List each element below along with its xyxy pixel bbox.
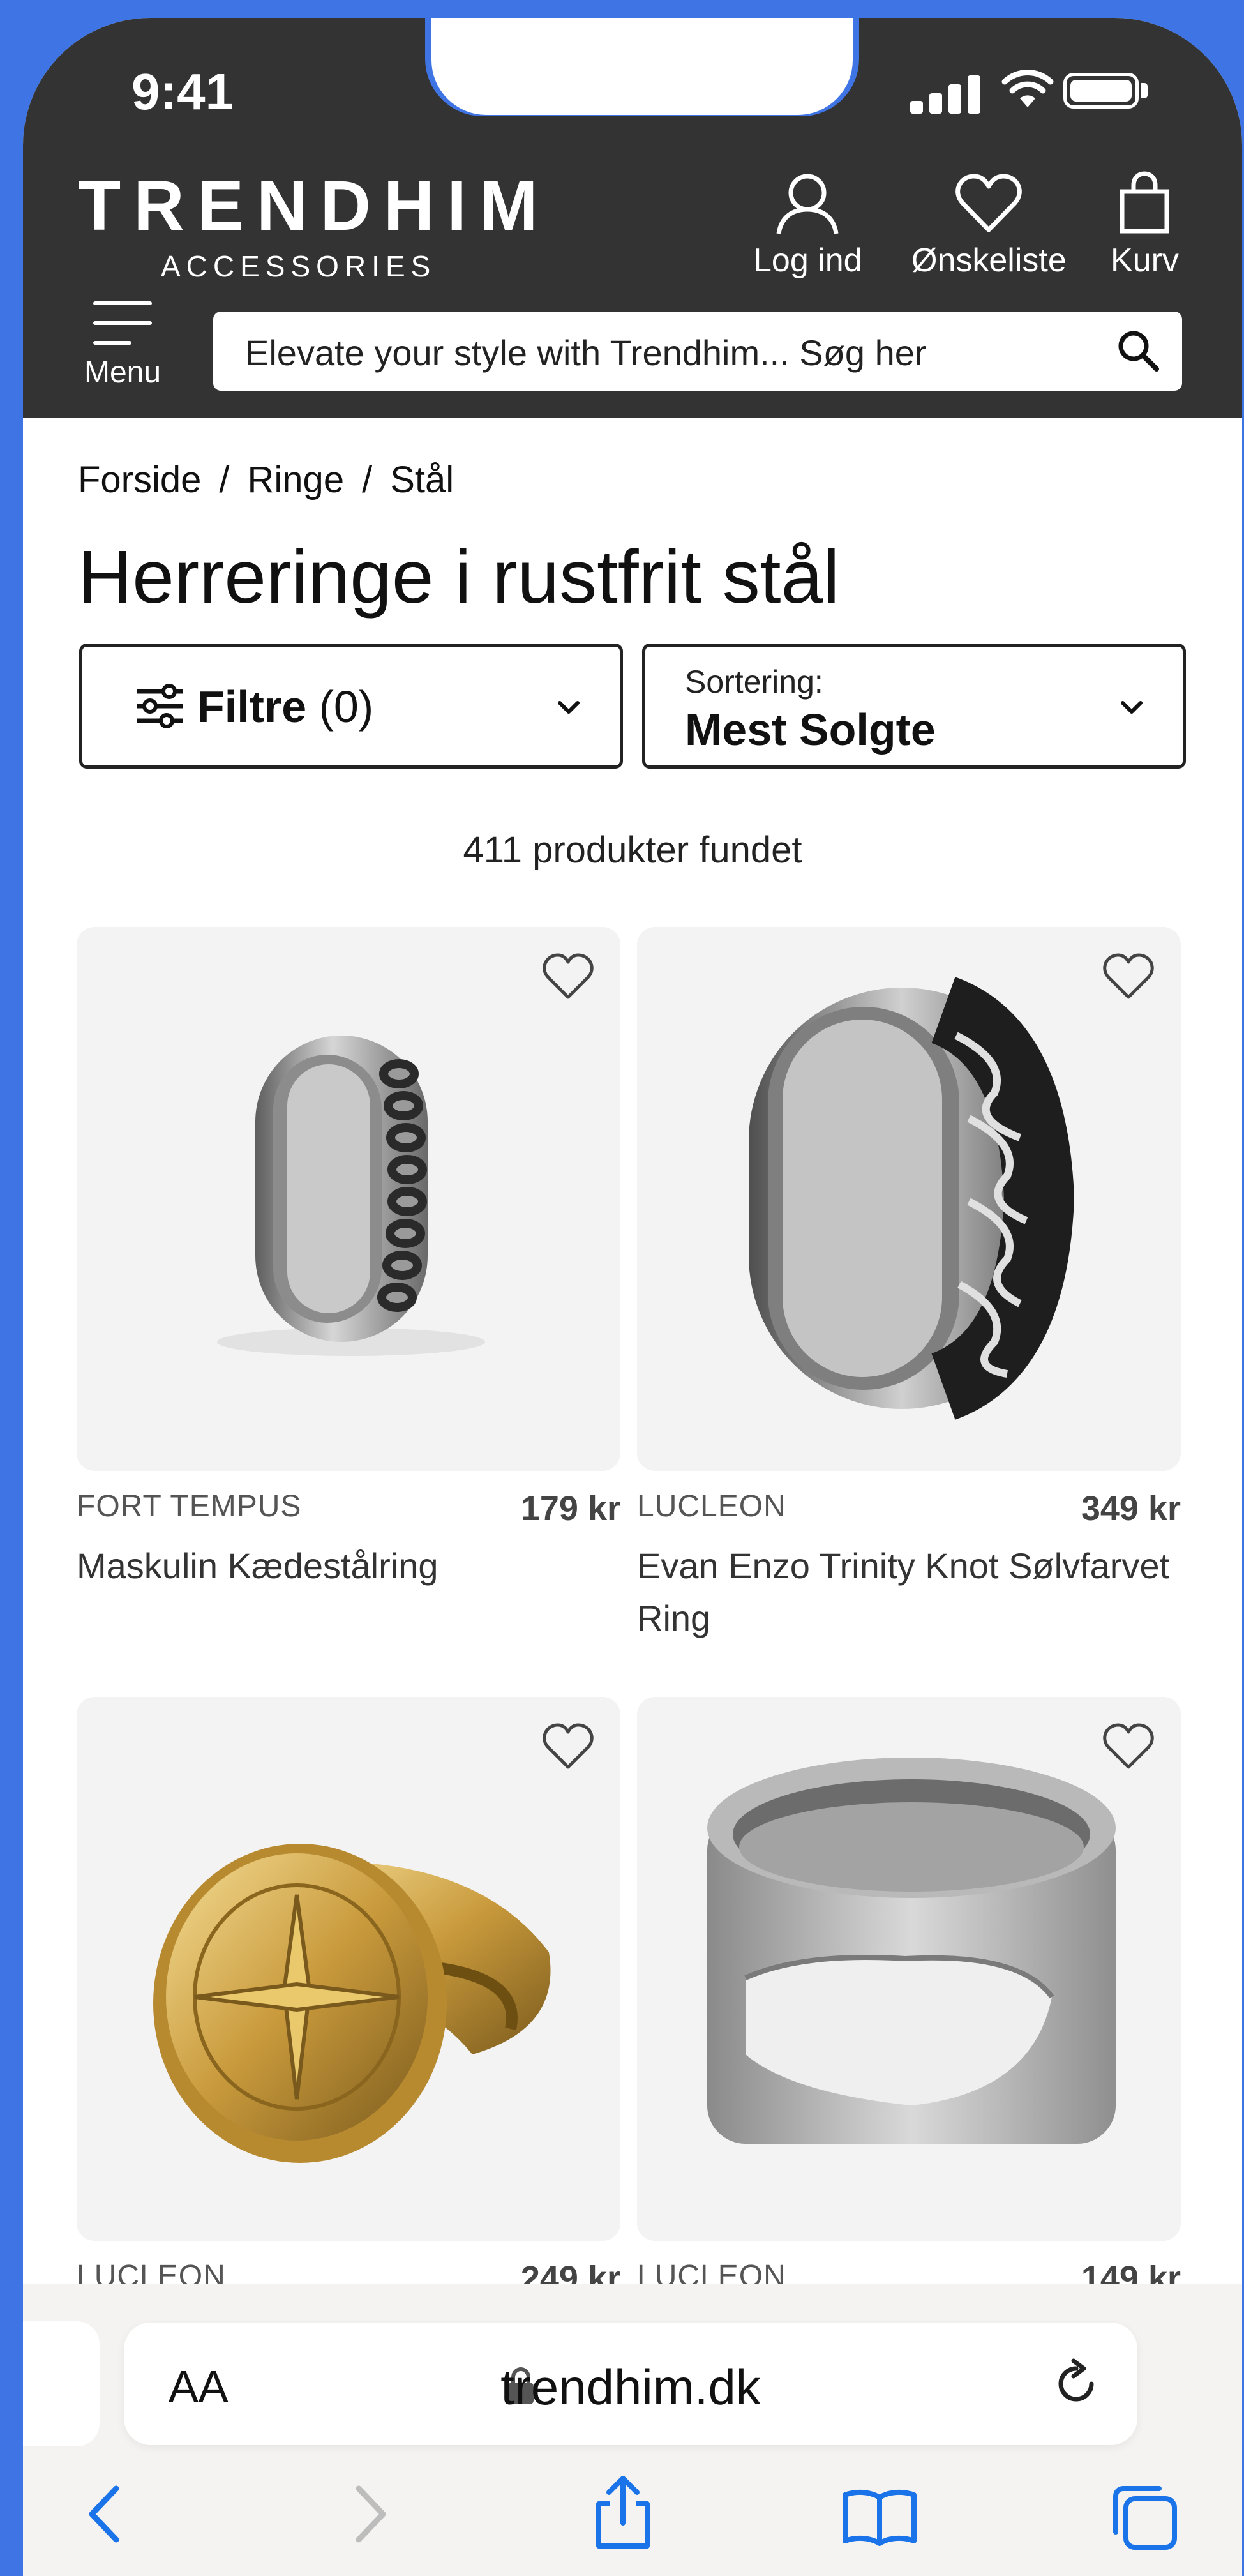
product-brand: FORT TEMPUS: [77, 1489, 302, 1523]
forward-icon[interactable]: [348, 2482, 393, 2546]
search-placeholder: Elevate your style with Trendhim... Søg …: [245, 333, 927, 373]
login-label: Log ind: [753, 242, 862, 279]
product-image[interactable]: [77, 1697, 620, 2241]
search-input[interactable]: Elevate your style with Trendhim... Søg …: [213, 312, 1182, 391]
product-card[interactable]: LUCLEON 249 kr: [77, 1697, 620, 2298]
breadcrumb-steel[interactable]: Stål: [390, 459, 454, 501]
reload-icon[interactable]: [1051, 2358, 1102, 2409]
search-icon[interactable]: [1116, 328, 1160, 373]
breadcrumb: Forside / Ringe / Stål: [78, 459, 454, 501]
product-card[interactable]: FORT TEMPUS 179 kr Maskulin Kædestålring: [77, 927, 620, 1693]
chevron-down-icon: [558, 701, 580, 714]
bookmarks-icon[interactable]: [841, 2489, 918, 2546]
login-button[interactable]: Log ind: [753, 171, 862, 280]
heart-icon: [955, 174, 1023, 232]
user-icon: [776, 174, 839, 234]
product-brand: LUCLEON: [637, 1489, 786, 1523]
shopping-bag-icon: [1120, 171, 1169, 234]
filter-count: (0): [318, 682, 374, 732]
celtic-knot-ring-image: [749, 977, 1075, 1420]
product-image[interactable]: [637, 1697, 1181, 2241]
share-icon[interactable]: [591, 2474, 655, 2551]
product-price: 179 kr: [520, 1489, 620, 1528]
wishlist-heart-icon[interactable]: [541, 953, 595, 1001]
product-card[interactable]: LUCLEON 349 kr Evan Enzo Trinity Knot Sø…: [637, 927, 1181, 1693]
wifi-icon: [1001, 70, 1054, 107]
wishlist-heart-icon[interactable]: [1102, 953, 1155, 1001]
gold-compass-signet-ring-image: [153, 1844, 551, 2163]
site-header: 9:41 TRENDHIM ACCESSORIES Log ind Ønskel…: [23, 18, 1242, 418]
url-domain: trendhim.dk: [500, 2359, 761, 2415]
wishlist-heart-icon[interactable]: [541, 1722, 595, 1771]
status-time: 9:41: [131, 63, 234, 120]
product-card[interactable]: LUCLEON 149 kr: [637, 1697, 1181, 2298]
hamburger-icon: [93, 301, 152, 345]
silver-chain-ring-image: [217, 1036, 485, 1356]
wishlist-button[interactable]: Ønskeliste: [911, 171, 1067, 280]
filter-label: Filtre: [197, 682, 307, 732]
status-icons: [910, 69, 1159, 114]
logo-tagline: ACCESSORIES: [161, 250, 437, 283]
breadcrumb-rings[interactable]: Ringe: [248, 459, 345, 501]
bottle-opener-ring-image: [707, 1758, 1116, 2144]
product-image[interactable]: [77, 927, 620, 1471]
result-count: 411 produkter fundet: [463, 829, 802, 871]
notch: [431, 18, 853, 115]
menu-button[interactable]: Menu: [78, 299, 167, 390]
battery-icon: [1063, 73, 1139, 109]
filter-button[interactable]: Filtre (0): [79, 644, 623, 769]
sliders-icon: [137, 684, 183, 728]
cart-button[interactable]: Kurv: [1111, 171, 1179, 280]
product-name[interactable]: Evan Enzo Trinity Knot Sølvfarvet Ring: [637, 1540, 1181, 1645]
back-icon[interactable]: [82, 2482, 126, 2546]
wishlist-heart-icon[interactable]: [1102, 1722, 1155, 1771]
sort-value: Mest Solgte: [685, 705, 936, 755]
breadcrumb-home[interactable]: Forside: [78, 459, 201, 501]
wishlist-label: Ønskeliste: [911, 242, 1067, 279]
product-price: 349 kr: [1081, 1489, 1181, 1528]
logo-wordmark[interactable]: TRENDHIM: [78, 171, 551, 241]
page-title: Herreringe i rustfrit stål: [78, 535, 840, 619]
chevron-down-icon: [1121, 701, 1143, 714]
sort-label: Sortering:: [685, 664, 823, 700]
address-bar[interactable]: AA trendhim.dk: [124, 2323, 1137, 2445]
tabs-icon[interactable]: [1109, 2482, 1180, 2552]
product-name[interactable]: Maskulin Kædestålring: [77, 1540, 620, 1592]
menu-label: Menu: [84, 356, 161, 389]
phone-screen: 9:41 TRENDHIM ACCESSORIES Log ind Ønskel…: [23, 18, 1242, 2576]
sort-select[interactable]: Sortering: Mest Solgte: [642, 644, 1186, 769]
product-image[interactable]: [637, 927, 1181, 1471]
previous-tab-preview[interactable]: [23, 2321, 100, 2446]
browser-toolbar: AA trendhim.dk: [23, 2284, 1242, 2576]
cart-label: Kurv: [1111, 242, 1179, 279]
